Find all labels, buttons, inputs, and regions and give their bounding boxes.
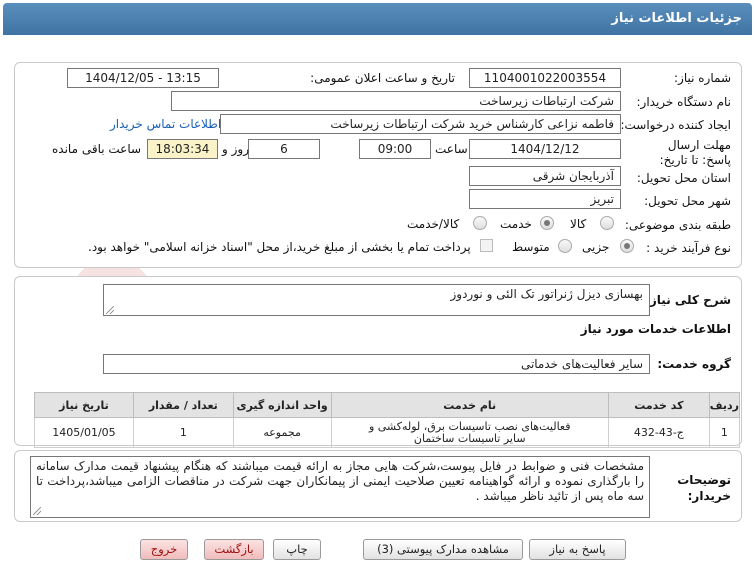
announce-datetime-field: 1404/12/05 - 13:15 [67,68,219,88]
services-section-title: اطلاعات خدمات مورد نیاز [580,322,731,336]
description-field: بهسازی دیزل ژنراتور تک الئی و نوردوز [103,284,650,316]
days-remaining-field: 6 [248,139,320,159]
category-radio-service[interactable] [540,216,554,230]
category-option-service: خدمت [500,217,532,231]
city-field: تبریز [469,189,621,209]
service-group-field: سایر فعالیت‌های خدماتی [103,354,650,374]
back-button[interactable]: بازگشت [204,539,264,560]
view-attachments-button[interactable]: مشاهده مدارک پیوستی (3) [363,539,523,560]
treasury-payment-note: پرداخت تمام یا بخشی از مبلغ خرید،از محل … [88,240,471,254]
exit-button[interactable]: خروج [140,539,188,560]
deadline-date-field: 1404/12/12 [469,139,621,159]
description-resize-handle[interactable] [106,306,114,314]
remaining-time-label: ساعت باقی مانده [52,142,142,156]
creator-label: ایجاد کننده درخواست: [620,118,731,132]
process-radio-minor[interactable] [620,239,634,253]
column-header-row-number: ردیف [708,392,741,418]
need-number-field: 1104001022003554 [469,68,621,88]
province-field: آذربایجان شرقی [469,166,621,186]
window-title-bar: جزئیات اطلاعات نیاز [3,3,752,35]
description-label: شرح کلی نیاز: [645,293,731,307]
cell-service-code: ج-43-432 [607,417,710,448]
buyer-notes-label: توضیحات خریدار: [677,473,731,503]
category-radio-goods[interactable] [600,216,614,230]
cell-row-number: 1 [708,417,741,448]
cell-need-date: 1405/01/05 [34,417,134,448]
category-option-goods-service: کالا/خدمت [407,217,460,231]
cell-service-name: فعالیت‌های نصب تاسیسات برق، لوله‌کشی و س… [330,417,609,448]
services-table: ردیف کد خدمت نام خدمت واحد اندازه گیری ت… [34,392,741,448]
creator-field: فاطمه نزاعی کارشناس خرید شرکت ارتباطات ز… [220,114,621,134]
deadline-time-field: 09:00 [359,139,431,159]
remaining-time-field: 18:03:34 [147,139,218,159]
cell-unit: مجموعه [232,417,332,448]
province-label: استان محل تحویل: [636,171,731,185]
column-header-service-name: نام خدمت [330,392,609,418]
category-option-goods: کالا [570,217,587,231]
buyer-notes-field: مشخصات فنی و ضوابط در فایل پیوست،شرکت ها… [30,456,650,518]
process-option-minor: جزیی [582,240,610,254]
announce-label: تاریخ و ساعت اعلان عمومی: [310,71,455,85]
column-header-service-code: کد خدمت [607,392,710,418]
buyer-org-label: نام دستگاه خریدار: [636,95,732,109]
column-header-need-date: تاریخ نیاز [34,392,134,418]
category-label: طبقه بندی موضوعی: [624,218,731,232]
treasury-payment-checkbox[interactable] [480,239,493,252]
deadline-label: مهلت ارسال پاسخ: تا تاریخ: [659,138,731,167]
services-table-header: ردیف کد خدمت نام خدمت واحد اندازه گیری ت… [34,392,741,418]
buyer-contact-link[interactable]: اطلاعات تماس خریدار [110,117,221,131]
table-row: 1 ج-43-432 فعالیت‌های نصب تاسیسات برق، ل… [34,417,741,448]
reply-to-need-button[interactable]: پاسخ به نیاز [529,539,626,560]
days-label: روز و [222,142,249,156]
category-radio-goods-service[interactable] [473,216,487,230]
process-option-medium: متوسط [512,240,550,254]
need-number-label: شماره نیاز: [674,71,731,85]
window-title: جزئیات اطلاعات نیاز [611,11,742,26]
buyer-notes-resize-handle[interactable] [33,507,41,515]
column-header-unit: واحد اندازه گیری [232,392,332,418]
service-group-label: گروه خدمت: [657,357,731,371]
print-button[interactable]: چاپ [273,539,321,560]
column-header-quantity: تعداد / مقدار [132,392,234,418]
process-radio-medium[interactable] [558,239,572,253]
process-label: نوع فرآیند خرید : [646,241,731,255]
cell-quantity: 1 [132,417,234,448]
city-label: شهر محل تحویل: [644,194,731,208]
deadline-time-label: ساعت [435,142,468,156]
buyer-org-field: شرکت ارتباطات زیرساخت [171,91,621,111]
